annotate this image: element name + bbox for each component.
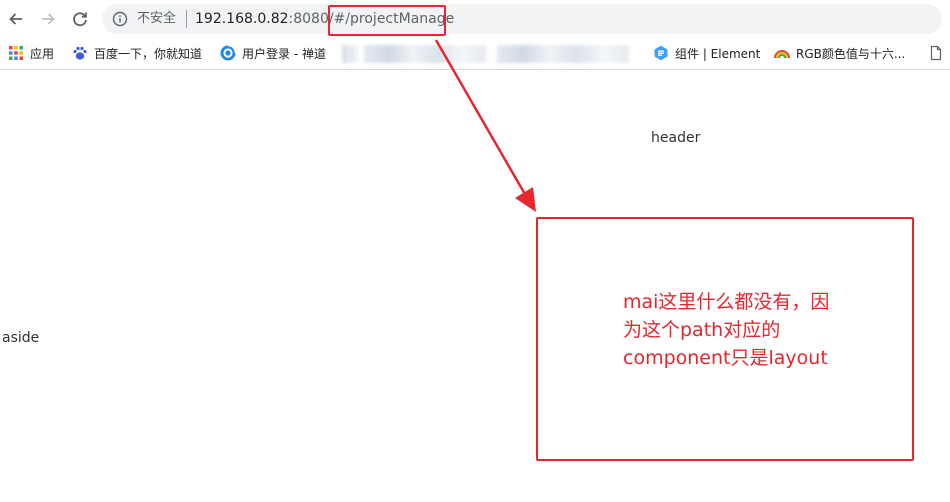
reload-icon xyxy=(73,12,87,27)
url-host: 192.168.0.82 xyxy=(195,11,289,27)
browser-toolbar: 不安全 192.168.0.82:8080/#/projectManage xyxy=(0,0,950,38)
arrow-left-icon xyxy=(9,13,22,25)
bookmark-apps[interactable]: 应用 xyxy=(8,43,54,63)
annotation-line-3: component只是layout xyxy=(623,347,828,369)
browser-window: 不安全 192.168.0.82:8080/#/projectManage 应用… xyxy=(0,0,950,502)
blurred-bookmark xyxy=(497,45,629,63)
arrow-right-icon xyxy=(42,13,55,25)
reload-button[interactable] xyxy=(68,7,92,31)
annotation-line-1: mai这里什么都没有，因 xyxy=(623,291,830,313)
layout-aside: aside xyxy=(2,330,40,346)
back-button[interactable] xyxy=(4,7,28,31)
bookmark-document[interactable] xyxy=(928,43,950,63)
bookmark-zentao-login[interactable]: 用户登录 - 禅道 xyxy=(220,43,326,63)
layout-header: header xyxy=(651,130,701,146)
bookmark-zentao-label: 用户登录 - 禅道 xyxy=(242,46,326,61)
blurred-bookmark-icon xyxy=(342,45,358,63)
zentao-icon xyxy=(220,45,236,61)
element-logo-icon xyxy=(654,45,668,61)
annotation-line-2: 为这个path对应的 xyxy=(623,319,781,341)
bookmark-rgb[interactable]: RGB颜色值与十六... xyxy=(774,43,905,63)
bookmark-baidu[interactable]: 百度一下，你就知道 xyxy=(72,43,202,63)
baidu-paw-icon xyxy=(73,46,87,60)
info-icon[interactable] xyxy=(112,11,128,27)
forward-button[interactable] xyxy=(36,7,60,31)
address-bar[interactable]: 不安全 192.168.0.82:8080/#/projectManage xyxy=(102,4,942,34)
bookmarks-bar: 应用 百度一下，你就知道 用户登录 - 禅道 组件 | Element RGB颜… xyxy=(0,38,950,70)
bookmark-element-label: 组件 | Element xyxy=(675,46,761,61)
bookmark-apps-label: 应用 xyxy=(30,46,55,61)
bookmark-element[interactable]: 组件 | Element xyxy=(653,43,760,63)
security-label[interactable]: 不安全 xyxy=(137,11,176,27)
address-separator xyxy=(186,10,187,28)
url-highlight-box xyxy=(328,5,446,36)
document-icon xyxy=(930,45,942,61)
bookmark-baidu-label: 百度一下，你就知道 xyxy=(94,46,203,61)
bookmark-rgb-label: RGB颜色值与十六... xyxy=(796,46,906,61)
rainbow-icon xyxy=(774,50,790,59)
blurred-bookmark xyxy=(364,45,486,63)
apps-grid-icon xyxy=(9,46,23,60)
